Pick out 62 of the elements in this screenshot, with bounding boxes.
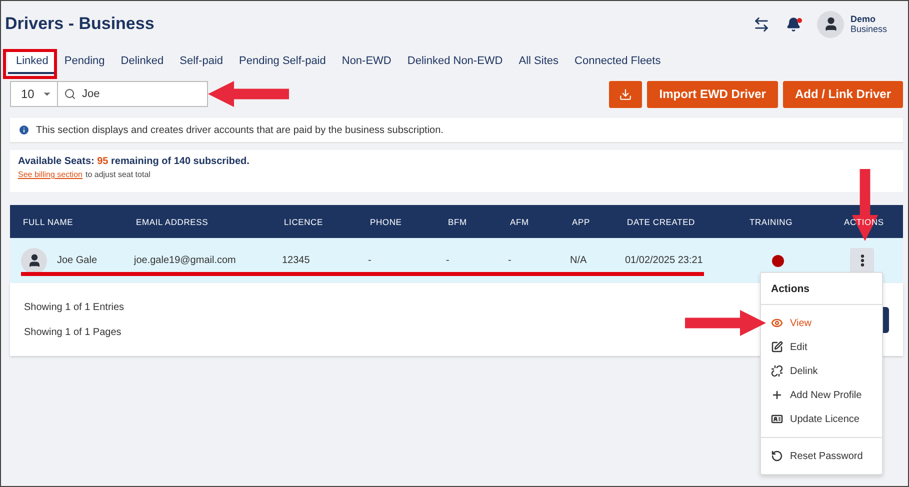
tab[interactable]: Pending Self-paid (231, 50, 334, 74)
tab[interactable]: Self-paid (172, 50, 232, 74)
tab[interactable]: Pending (56, 50, 113, 74)
user-role: Business (850, 24, 887, 34)
download-button[interactable] (609, 80, 642, 108)
table-cell-text: N/A (570, 255, 588, 266)
pagination-info: Showing 1 of 1 Pages (24, 326, 122, 338)
column-header: PHONE (370, 216, 403, 226)
table-cell-text: 12345 (282, 255, 311, 266)
edit-icon (771, 341, 783, 353)
table-cell: Joe Gale (57, 255, 98, 266)
actions-menu-button[interactable] (850, 248, 874, 273)
page-title: Drivers - Business (5, 14, 156, 34)
import-button[interactable]: Import EWD Driver (647, 80, 778, 108)
info-text: This section displays and creates driver accounts that are paid by the business subscription. (36, 124, 444, 136)
menu-item[interactable]: Add New Profile (761, 383, 882, 407)
tab[interactable]: All Sites (510, 50, 567, 74)
user-avatar[interactable] (817, 10, 844, 38)
search-field[interactable]: Joe (58, 81, 208, 107)
column-header: APP (572, 216, 591, 226)
user-name: Demo (850, 14, 876, 24)
broken-link-icon (771, 365, 783, 377)
seats-summary: Available Seats: 95 remaining of 140 subscribed. (18, 156, 250, 167)
tab[interactable]: Non-EWD (334, 50, 400, 74)
swap-icon[interactable] (753, 16, 770, 32)
column-header: LICENCE (284, 216, 324, 226)
eye-icon (771, 317, 783, 329)
table-cell-text: 01/02/2025 23:21 (625, 255, 704, 266)
column-header: EMAIL ADDRESS (136, 216, 210, 226)
column-header: AFM (510, 216, 530, 226)
menu-item[interactable]: Edit (761, 335, 882, 359)
plus-icon (771, 389, 783, 401)
column-header: FULL NAME (23, 216, 74, 226)
billing-link[interactable]: See billing section (18, 170, 82, 179)
pagination-info: Showing 1 of 1 Entries (24, 302, 126, 312)
driver-avatar (21, 248, 47, 274)
table-cell-text: - (446, 255, 450, 266)
info-icon (18, 124, 30, 136)
table-row[interactable]: Joe Gale joe.gale19@gmail.com 12345 - - - N/A 01/02/2025 23:21 (10, 238, 903, 283)
table-cell-text: joe.gale19@gmail.com (134, 255, 237, 266)
column-header: TRAINING (748, 216, 794, 226)
search-icon (64, 88, 76, 100)
highlight-frame (3, 49, 57, 79)
menu-item[interactable]: Delink (761, 359, 882, 383)
column-header: DATE CREATED (627, 216, 696, 226)
download-icon (619, 88, 632, 100)
column-header: BFM (448, 216, 468, 226)
table-cell-text: - (368, 255, 372, 266)
seats-note: to adjust seat total (85, 170, 150, 179)
menu-item[interactable]: View (761, 311, 882, 335)
add-driver-button[interactable]: Add / Link Driver (782, 80, 903, 108)
undo-icon (771, 450, 783, 462)
page-size-select[interactable]: 10 (10, 81, 58, 107)
id-card-icon (771, 413, 783, 425)
table-cell-text: - (508, 255, 512, 266)
tab[interactable]: Delinked (112, 50, 172, 74)
menu-item[interactable]: Reset Password (761, 444, 882, 468)
menu-title: Actions (761, 273, 882, 305)
tab[interactable]: Delinked Non-EWD (399, 50, 511, 74)
notification-icon[interactable] (786, 16, 802, 32)
menu-item[interactable]: Update Licence (761, 407, 882, 431)
tab[interactable]: Connected Fleets (566, 50, 669, 74)
